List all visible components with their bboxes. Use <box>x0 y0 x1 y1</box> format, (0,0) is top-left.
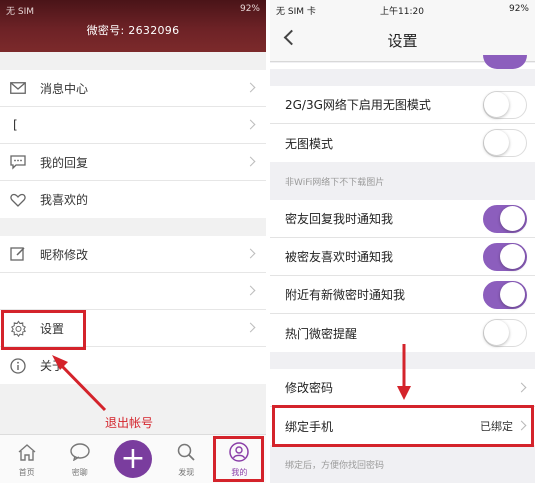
home-icon <box>16 441 38 463</box>
annotation-arrow <box>52 355 107 412</box>
chat-icon <box>69 441 91 463</box>
search-icon <box>175 441 197 463</box>
annotation-arrow <box>397 344 411 400</box>
annotation-text: 退出帐号 <box>105 416 154 430</box>
tab-home[interactable]: 首页 <box>0 435 53 483</box>
profile-screen: 无 SIM 92% 微密号: 2632096 消息中心 [ 我的回复 我喜欢的 … <box>0 0 266 483</box>
tab-label: 首页 <box>18 468 35 477</box>
tab-chat[interactable]: 密聊 <box>53 435 106 483</box>
tab-discover[interactable]: 发现 <box>160 435 213 483</box>
settings-screen: 无 SIM 卡 上午11:20 92% 设置 2G/3G网络下启用无图模式 无图… <box>270 0 535 483</box>
highlight-box-mine-tab <box>213 436 264 482</box>
tab-label: 发现 <box>178 468 195 477</box>
tab-post[interactable]: + <box>106 435 159 483</box>
plus-icon: + <box>114 440 152 478</box>
tab-label: 密聊 <box>71 468 88 477</box>
